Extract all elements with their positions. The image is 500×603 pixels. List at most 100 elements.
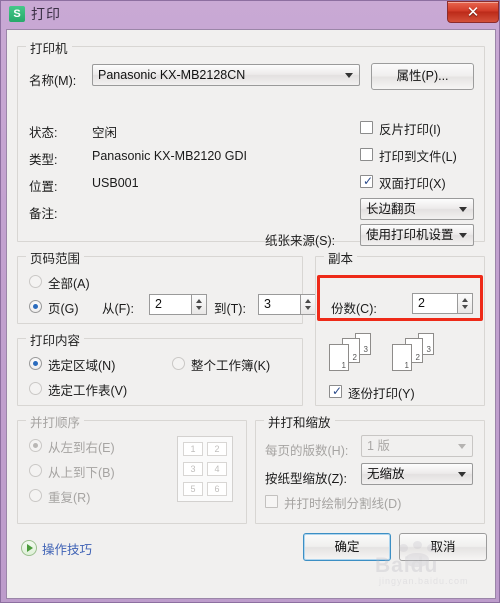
preview-page-number: 2 — [352, 353, 357, 362]
print-to-file-checkbox[interactable] — [360, 148, 373, 161]
printer-name-label: 名称(M): — [29, 74, 77, 88]
paper-source-label: 纸张来源(S): — [265, 234, 336, 248]
draw-divider-checkbox[interactable] — [265, 495, 278, 508]
page-range-pages-label: 页(G) — [48, 302, 79, 316]
collate-label: 逐份打印(Y) — [348, 387, 415, 401]
page-range-pages-radio[interactable] — [29, 300, 42, 313]
copies-count-input[interactable]: 2 — [412, 293, 458, 314]
merge-order-preview: 1 2 3 4 5 6 — [177, 436, 233, 502]
duplex-label: 双面打印(X) — [379, 177, 446, 191]
pages-per-sheet-combo[interactable]: 1 版 — [361, 435, 473, 457]
app-icon: S — [9, 6, 25, 22]
cancel-button[interactable]: 取消 — [399, 533, 487, 561]
printer-name-combo[interactable]: Panasonic KX-MB2128CN — [92, 64, 360, 86]
merge-scale-group: 并打和缩放 每页的版数(H): 1 版 按纸型缩放(Z): 无缩放 并打时绘制分… — [255, 412, 485, 524]
spinner-up-icon[interactable] — [196, 299, 202, 303]
merge-order-top-bottom-label: 从上到下(B) — [48, 466, 115, 480]
merge-order-group-label: 并打顺序 — [26, 412, 85, 431]
paper-source-combo[interactable]: 使用打印机设置 — [360, 224, 474, 246]
merge-order-repeat-radio[interactable] — [29, 489, 42, 502]
printer-location-value: USB001 — [92, 176, 139, 190]
page-range-to-label: 到(T): — [214, 302, 246, 316]
printer-status-label: 状态: — [29, 126, 58, 140]
close-icon: ✕ — [466, 3, 480, 21]
preview-page-number: 3 — [426, 345, 431, 354]
check-icon: ✓ — [363, 174, 374, 188]
spinner-up-icon[interactable] — [305, 299, 311, 303]
print-to-file-label: 打印到文件(L) — [379, 150, 457, 164]
merge-order-left-right-radio[interactable] — [29, 439, 42, 452]
scale-value: 无缩放 — [367, 467, 405, 481]
copies-count-spinner[interactable] — [458, 293, 473, 314]
page-range-all-label: 全部(A) — [48, 277, 90, 291]
reverse-print-checkbox[interactable] — [360, 121, 373, 134]
duplex-mode-combo[interactable]: 长边翻页 — [360, 198, 474, 220]
page-range-from-label: 从(F): — [102, 302, 134, 316]
preview-cell: 5 — [183, 482, 203, 496]
preview-page-number: 1 — [404, 361, 409, 370]
scale-combo[interactable]: 无缩放 — [361, 463, 473, 485]
preview-cell: 3 — [183, 462, 203, 476]
print-content-selection-label: 选定区域(N) — [48, 359, 116, 373]
window-title: 打印 — [31, 6, 61, 22]
printer-type-label: 类型: — [29, 153, 58, 167]
printer-location-label: 位置: — [29, 180, 58, 194]
page-range-all-radio[interactable] — [29, 275, 42, 288]
copies-count-label: 份数(C): — [331, 302, 377, 316]
collate-checkbox[interactable]: ✓ — [329, 384, 343, 398]
preview-cell: 4 — [207, 462, 227, 476]
spinner-down-icon[interactable] — [305, 306, 311, 310]
merge-order-left-right-label: 从左到右(E) — [48, 441, 115, 455]
merge-order-group: 并打顺序 从左到右(E) 从上到下(B) 重复(R) 1 2 3 4 5 6 — [17, 412, 247, 524]
merge-scale-group-label: 并打和缩放 — [264, 412, 335, 431]
print-content-sheet-label: 选定工作表(V) — [48, 384, 128, 398]
chevron-down-icon — [345, 73, 353, 78]
print-content-workbook-radio[interactable] — [172, 357, 185, 370]
duplex-checkbox[interactable]: ✓ — [360, 174, 374, 188]
spinner-down-icon[interactable] — [196, 306, 202, 310]
reverse-print-label: 反片打印(I) — [379, 123, 441, 137]
radio-dot — [33, 304, 38, 309]
print-content-selection-radio[interactable] — [29, 357, 42, 370]
preview-cell: 2 — [207, 442, 227, 456]
page-range-group: 页码范围 全部(A) 页(G) 从(F): 2 到(T): 3 — [17, 248, 316, 324]
preview-page-number: 3 — [363, 345, 368, 354]
watermark-subtext: jingyan.baidu.com — [379, 576, 469, 586]
chevron-down-icon — [458, 472, 466, 477]
collate-preview-stack-2: 3 2 1 — [392, 333, 438, 373]
collate-preview-stack-1: 3 2 1 — [329, 333, 375, 373]
tips-link[interactable]: 操作技巧 — [42, 539, 92, 558]
merge-order-repeat-label: 重复(R) — [48, 491, 91, 505]
page-range-from-spinner[interactable] — [192, 294, 207, 315]
check-icon: ✓ — [332, 384, 343, 398]
copies-group-label: 副本 — [324, 248, 358, 267]
close-button[interactable]: ✕ — [447, 1, 499, 23]
preview-page-1: 1 — [329, 344, 349, 371]
printer-group: 打印机 名称(M): Panasonic KX-MB2128CN 属性(P)..… — [17, 38, 485, 248]
page-range-group-label: 页码范围 — [26, 248, 85, 267]
title-bar: S 打印 ✕ — [1, 1, 500, 27]
page-range-to-spinner[interactable] — [301, 294, 316, 315]
print-content-sheet-radio[interactable] — [29, 382, 42, 395]
merge-order-top-bottom-radio[interactable] — [29, 464, 42, 477]
radio-dot — [33, 361, 38, 366]
page-range-from-input[interactable]: 2 — [149, 294, 192, 315]
print-content-group-label: 打印内容 — [26, 330, 85, 349]
radio-dot — [33, 443, 38, 448]
printer-type-value: Panasonic KX-MB2120 GDI — [92, 149, 247, 163]
ok-button[interactable]: 确定 — [303, 533, 391, 561]
pages-per-sheet-label: 每页的版数(H): — [265, 444, 349, 458]
spinner-up-icon[interactable] — [462, 298, 468, 302]
play-circle-icon[interactable] — [21, 540, 37, 556]
printer-name-value: Panasonic KX-MB2128CN — [98, 68, 246, 82]
play-triangle-icon — [27, 544, 33, 552]
printer-status-value: 空闲 — [92, 126, 118, 140]
preview-page-number: 2 — [415, 353, 420, 362]
printer-comment-label: 备注: — [29, 207, 58, 221]
paper-source-value: 使用打印机设置 — [366, 228, 454, 242]
page-range-to-input[interactable]: 3 — [258, 294, 301, 315]
draw-divider-label: 并打时绘制分割线(D) — [284, 497, 402, 511]
spinner-down-icon[interactable] — [462, 305, 468, 309]
chevron-down-icon — [458, 444, 466, 449]
printer-properties-button[interactable]: 属性(P)... — [371, 63, 474, 90]
